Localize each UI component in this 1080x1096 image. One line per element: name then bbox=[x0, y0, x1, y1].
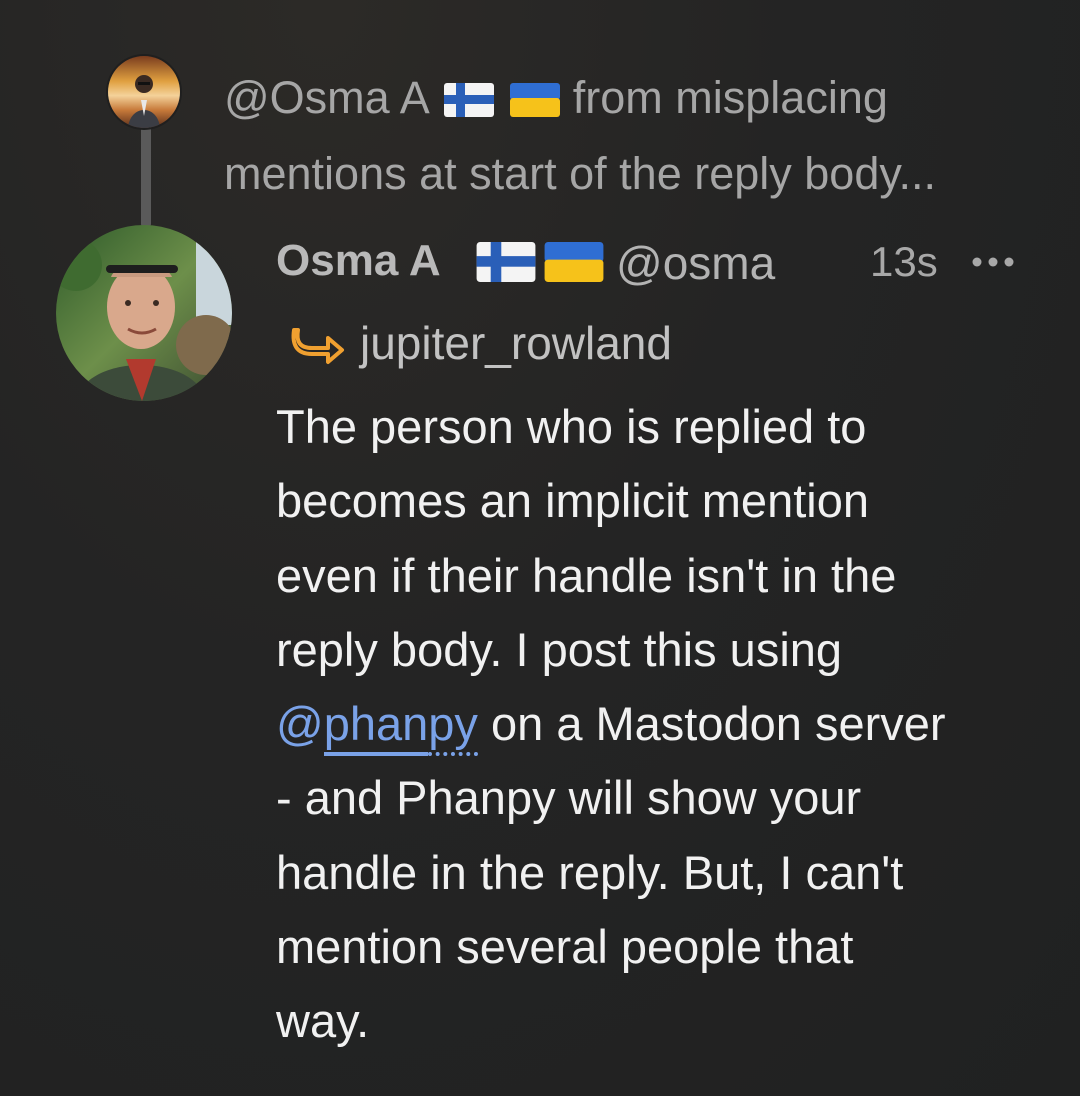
post-body-line: becomes an implicit mention bbox=[276, 474, 869, 528]
more-options-button[interactable] bbox=[968, 240, 1018, 280]
post-body-line: even if their handle isn't in the bbox=[276, 548, 897, 602]
post-body-line: handle in the reply. But, I can't bbox=[276, 845, 904, 899]
reply-to-handle[interactable]: jupiter_rowland bbox=[360, 316, 672, 370]
post-body-text: on a Mastodon server bbox=[477, 697, 946, 751]
post-body-line: reply body. I post this using bbox=[276, 622, 843, 676]
mention-at: @ bbox=[276, 697, 324, 751]
author-flags bbox=[476, 242, 604, 287]
finland-flag-icon bbox=[443, 66, 494, 138]
ukraine-flag-icon bbox=[544, 242, 604, 287]
post-body: The person who is replied to becomes an … bbox=[276, 390, 1036, 1059]
finland-flag-icon bbox=[476, 242, 536, 287]
parent-post-avatar[interactable] bbox=[108, 56, 180, 128]
more-dots-icon bbox=[972, 257, 1014, 267]
post-thread: @Osma A from misplacing mentions at star… bbox=[0, 0, 1080, 1096]
thread-connector-line bbox=[141, 118, 151, 226]
mention-text-part: phan bbox=[323, 697, 429, 757]
post-body-line: - and Phanpy will show your bbox=[276, 771, 862, 825]
reply-arrow-icon bbox=[290, 326, 346, 371]
parent-post-text-rest: from misplacing bbox=[572, 72, 888, 123]
mention-text-part: py bbox=[428, 697, 478, 757]
parent-post-line-1: @Osma A from misplacing bbox=[224, 62, 1044, 138]
phanpy-mention-link[interactable]: @phanpy bbox=[276, 697, 478, 757]
post-body-line: @phanpy on a Mastodon server bbox=[276, 687, 1036, 761]
ukraine-flag-icon bbox=[510, 66, 561, 138]
post-header: Osma A @osma 13s bbox=[276, 232, 1036, 292]
post-body-line: mention several people that bbox=[276, 920, 854, 974]
parent-mention[interactable]: @Osma A bbox=[224, 72, 427, 123]
parent-post-line-2: mentions at start of the reply body... bbox=[224, 148, 937, 199]
post-body-line: way. bbox=[276, 994, 370, 1048]
author-name[interactable]: Osma A bbox=[276, 236, 441, 286]
author-handle[interactable]: @osma bbox=[616, 236, 775, 290]
parent-post-excerpt[interactable]: @Osma A from misplacing mentions at star… bbox=[224, 62, 1044, 210]
post-timestamp[interactable]: 13s bbox=[870, 238, 938, 286]
post-body-line: The person who is replied to bbox=[276, 400, 867, 453]
author-avatar[interactable] bbox=[56, 225, 232, 401]
